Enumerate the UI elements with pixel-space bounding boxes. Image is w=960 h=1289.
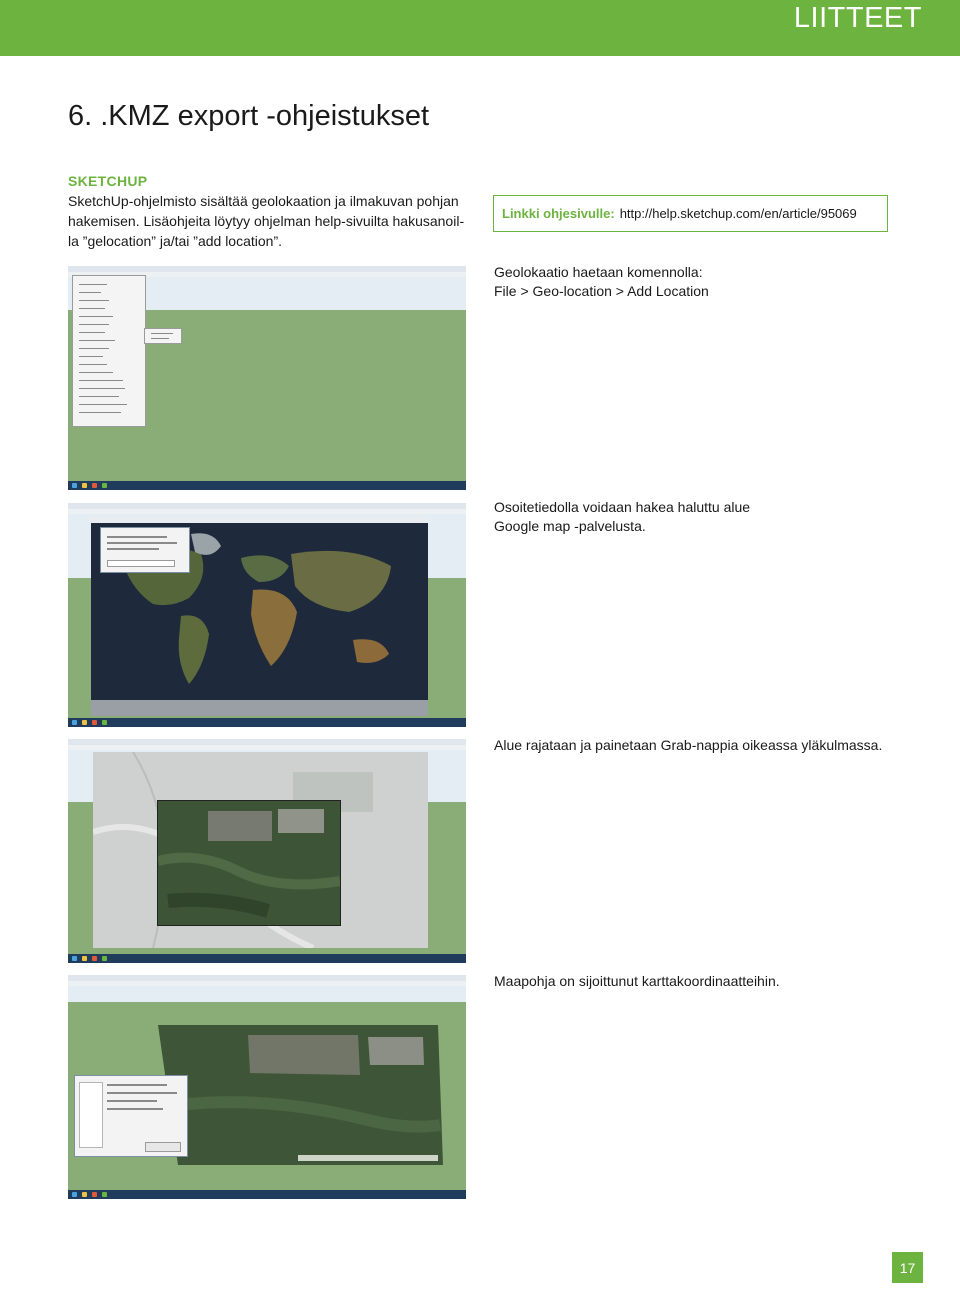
page-number: 17 [892,1252,923,1283]
section-heading: SKETCHUP [68,173,148,189]
geolocation-dialog [74,1075,188,1157]
screenshot-terrain-placed [68,975,466,1199]
help-link[interactable]: http://help.sketchup.com/en/article/9506… [620,206,857,221]
screenshot-add-location [68,503,466,727]
screenshot-file-menu [68,266,466,490]
step-line: Alue rajataan ja painetaan Grab-nappia o… [494,737,883,753]
link-label: Linkki ohjesivulle: [502,206,615,221]
step-4-text: Maapohja on sijoittunut karttakoordinaat… [494,972,914,991]
location-dialog [100,527,190,573]
step-1-text: Geolokaatio haetaan komennolla: File > G… [494,263,914,301]
step-line: Maapohja on sijoittunut karttakoordinaat… [494,973,780,989]
file-menu [72,275,146,427]
step-line: Google map -palvelusta. [494,518,646,534]
header-bar: LIITTEET [0,0,960,56]
screenshot-area-selection [68,739,466,963]
help-link-box: Linkki ohjesivulle: http://help.sketchup… [493,195,888,232]
step-line: Osoitetiedolla voidaan hakea haluttu alu… [494,499,751,515]
intro-line: hakemisen. Lisäohjeita löytyy ohjelman h… [68,213,465,229]
step-3-text: Alue rajataan ja painetaan Grab-nappia o… [494,736,914,755]
intro-line: SketchUp-ohjelmisto sisältää geolokaatio… [68,193,459,209]
selected-area [157,800,341,926]
section-label: LIITTEET [793,2,922,34]
taskbar [68,481,466,490]
geo-location-submenu [144,328,182,344]
step-2-text: Osoitetiedolla voidaan hakea haluttu alu… [494,498,914,536]
step-line: Geolokaatio haetaan komennolla: [494,264,703,280]
step-line: File > Geo-location > Add Location [494,283,709,299]
intro-paragraph: SketchUp-ohjelmisto sisältää geolokaatio… [68,191,476,251]
page-title: 6. .KMZ export -ohjeistukset [68,100,430,132]
intro-line: la ”gelocation” ja/tai ”add location”. [68,233,283,249]
